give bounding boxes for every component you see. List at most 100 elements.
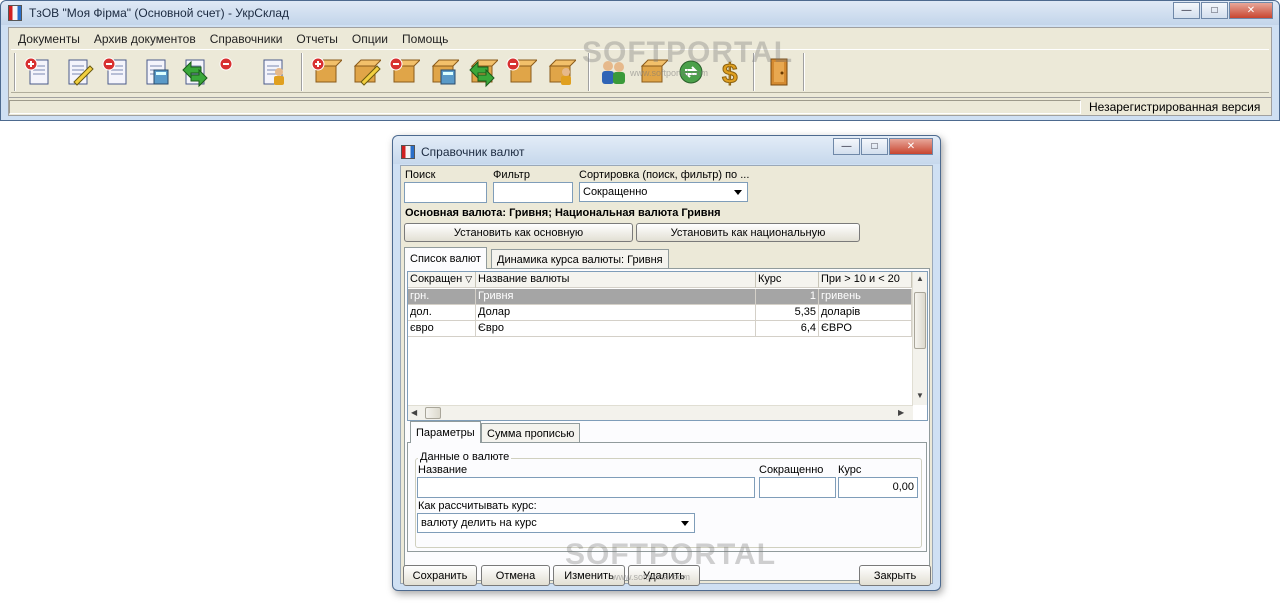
delete-box-list-icon (506, 57, 537, 83)
status-registration-text: Незарегистрированная версия (1089, 100, 1261, 114)
set-base-button[interactable]: Установить как основную (404, 223, 633, 242)
table-row[interactable]: грн. Гривня 1 гривень (408, 289, 912, 305)
delete-box-list-button[interactable] (501, 54, 540, 90)
minimize-button[interactable]: — (1173, 2, 1200, 19)
search-input[interactable] (404, 182, 487, 203)
grid-horizontal-scrollbar[interactable]: ◀ ▶ (408, 405, 913, 420)
dialog-window-controls: — □ ✕ (832, 138, 933, 155)
vertical-scroll-thumb[interactable] (914, 292, 926, 349)
search-label: Поиск (405, 169, 436, 181)
table-row[interactable]: євро Євро 6,4 ЄВРО (408, 321, 912, 337)
grid-header: Сокращен ▽ Название валюты Курс При > 10 … (408, 272, 912, 288)
dialog-close-button[interactable]: ✕ (889, 138, 933, 155)
menu-reports[interactable]: Отчеты (289, 28, 344, 48)
dialog-maximize-button[interactable]: □ (861, 138, 888, 155)
cell-rate: 6,4 (756, 321, 819, 337)
edit-box-icon (353, 59, 381, 86)
watermark: SOFTPORTAL (565, 538, 777, 571)
app-icon (8, 5, 22, 21)
delete-box-button[interactable] (384, 54, 423, 90)
tab-rate-dynamics[interactable]: Динамика курса валюты: Гривня (491, 249, 669, 269)
horizontal-scroll-thumb[interactable] (425, 407, 441, 419)
user-doc-icon (263, 59, 284, 85)
status-panel-left (9, 100, 1081, 114)
calc-method-select[interactable]: валюту делить на курс (417, 513, 695, 533)
base-currency-info: Основная валюта: Гривня; Национальная ва… (405, 207, 721, 219)
new-doc-icon (24, 57, 48, 85)
column-header-plural[interactable]: При > 10 и < 20 (819, 272, 912, 288)
scroll-right-icon[interactable]: ▶ (898, 408, 904, 417)
menu-help[interactable]: Помощь (395, 28, 455, 48)
cell-rate: 1 (756, 289, 819, 305)
currency-dialog: Справочник валют — □ ✕ Поиск Фильтр Сорт… (392, 135, 941, 591)
transfer-box-icon (468, 59, 498, 88)
filter-input[interactable] (493, 182, 573, 203)
grid-vertical-scrollbar[interactable]: ▲ ▼ (912, 272, 927, 405)
cell-plural: доларів (819, 305, 912, 321)
scroll-left-icon[interactable]: ◀ (411, 408, 417, 417)
new-doc-button[interactable] (19, 54, 58, 90)
column-header-name[interactable]: Название валюты (476, 272, 756, 288)
transfer-doc-button[interactable] (175, 54, 214, 90)
toolbar-group-goods (306, 53, 579, 91)
toolbar-separator (803, 53, 805, 91)
new-box-button[interactable] (306, 54, 345, 90)
edit-box-button[interactable] (345, 54, 384, 90)
scroll-up-icon[interactable]: ▲ (916, 274, 924, 283)
rate-label: Курс (838, 464, 862, 476)
menu-options[interactable]: Опции (345, 28, 395, 48)
status-bar: Незарегистрированная версия (9, 97, 1271, 115)
main-title-bar[interactable]: ТзОВ "Моя Фірма" (Основной счет) - УкрСк… (1, 1, 1279, 25)
watermark-subtext: www.softportal.com (630, 68, 709, 78)
tab-currency-list[interactable]: Список валют (404, 247, 487, 269)
dialog-minimize-button[interactable]: — (833, 138, 860, 155)
tab-amount-in-words[interactable]: Сумма прописью (481, 423, 581, 443)
currency-grid: Сокращен ▽ Название валюты Курс При > 10 … (407, 271, 928, 421)
toolbar-separator (301, 53, 303, 91)
delete-list-button[interactable] (214, 54, 253, 90)
sort-select[interactable]: Сокращенно (579, 182, 748, 202)
filter-label: Фильтр (493, 169, 530, 181)
column-header-short[interactable]: Сокращен ▽ (408, 272, 476, 288)
main-window-title: ТзОВ "Моя Фірма" (Основной счет) - УкрСк… (29, 6, 290, 20)
cell-short: євро (408, 321, 476, 337)
menu-documents[interactable]: Документы (11, 28, 87, 48)
name-input[interactable] (417, 477, 755, 498)
edit-doc-button[interactable] (58, 54, 97, 90)
calc-box-icon (431, 59, 459, 85)
calc-doc-button[interactable] (136, 54, 175, 90)
menu-references[interactable]: Справочники (203, 28, 290, 48)
short-name-input[interactable] (759, 477, 836, 498)
dialog-title: Справочник валют (421, 145, 525, 159)
rate-input[interactable]: 0,00 (838, 477, 918, 498)
close-button[interactable]: ✕ (1229, 2, 1273, 19)
menu-archive[interactable]: Архив документов (87, 28, 203, 48)
user-box-button[interactable] (540, 54, 579, 90)
transfer-doc-icon (181, 59, 208, 88)
user-doc-button[interactable] (253, 54, 292, 90)
toolbar-group-documents (19, 53, 292, 91)
calc-box-button[interactable] (423, 54, 462, 90)
new-box-icon (311, 57, 342, 83)
short-name-label: Сокращенно (759, 464, 824, 476)
transfer-box-button[interactable] (462, 54, 501, 90)
main-window-controls: — □ ✕ (1172, 2, 1273, 19)
scroll-down-icon[interactable]: ▼ (916, 391, 924, 400)
column-header-rate[interactable]: Курс (756, 272, 819, 288)
dialog-title-bar[interactable]: Справочник валют — □ ✕ (393, 136, 940, 164)
user-box-icon (548, 59, 576, 85)
save-button[interactable]: Сохранить (403, 565, 477, 586)
tab-parameters[interactable]: Параметры (410, 421, 481, 443)
watermark-subtext: www.softportal.com (612, 572, 691, 582)
dialog-client-area: Поиск Фильтр Сортировка (поиск, фильтр) … (400, 165, 933, 586)
cell-rate: 5,35 (756, 305, 819, 321)
delete-box-icon (389, 57, 420, 83)
calc-doc-icon (146, 59, 168, 85)
table-row[interactable]: дол. Долар 5,35 доларів (408, 305, 912, 321)
close-dialog-button[interactable]: Закрыть (859, 565, 931, 586)
edit-doc-icon (68, 59, 94, 86)
maximize-button[interactable]: □ (1201, 2, 1228, 19)
cancel-button[interactable]: Отмена (481, 565, 550, 586)
set-national-button[interactable]: Установить как национальную (636, 223, 860, 242)
delete-doc-button[interactable] (97, 54, 136, 90)
